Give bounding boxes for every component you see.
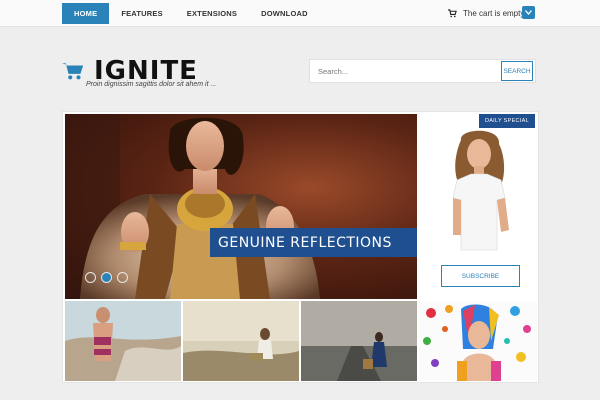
hero-slider[interactable]: GENUINE REFLECTIONS [65, 114, 417, 299]
colorful-photo [419, 301, 537, 381]
daily-special-badge: DAILY SPECIAL [478, 114, 535, 128]
product-image[interactable] [439, 130, 519, 255]
top-navigation-bar: HOME FEATURES EXTENSIONS DOWNLOAD The ca… [0, 0, 600, 27]
search-button[interactable]: SEARCH [501, 61, 533, 81]
slider-dot-2[interactable] [101, 272, 112, 283]
site-tagline: Proin dignissim sagittis dolor sit ahem … [86, 81, 217, 88]
cart-status-text: The cart is empty [463, 8, 525, 18]
thumbnail-beach[interactable] [65, 301, 181, 381]
field-photo [183, 301, 299, 381]
thumbnail-road[interactable] [301, 301, 417, 381]
slider-dot-3[interactable] [117, 272, 128, 283]
featured-panel: GENUINE REFLECTIONS DAILY SPECIAL SUBSCR… [62, 111, 539, 383]
cart-icon [62, 63, 84, 80]
slider-dot-1[interactable] [85, 272, 96, 283]
daily-special-box: DAILY SPECIAL SUBSCRIBE [419, 114, 537, 299]
nav-item-extensions[interactable]: EXTENSIONS [175, 3, 249, 24]
nav-item-home[interactable]: HOME [62, 3, 110, 24]
cart-dropdown-button[interactable] [522, 6, 535, 19]
beach-photo [65, 301, 181, 381]
cart-summary[interactable]: The cart is empty [448, 4, 524, 22]
thumbnail-field[interactable] [183, 301, 299, 381]
cart-icon [448, 8, 457, 17]
slide-caption[interactable]: GENUINE REFLECTIONS [210, 228, 417, 257]
nav-item-features[interactable]: FEATURES [109, 3, 174, 24]
chevron-down-icon [525, 10, 532, 15]
search-box: SEARCH [309, 59, 536, 83]
road-photo [301, 301, 417, 381]
nav-item-download[interactable]: DOWNLOAD [249, 3, 320, 24]
subscribe-button[interactable]: SUBSCRIBE [441, 265, 520, 287]
main-menu: HOME FEATURES EXTENSIONS DOWNLOAD [62, 3, 320, 24]
slider-pagination [85, 272, 128, 283]
search-input[interactable] [310, 66, 501, 76]
thumbnail-colorful[interactable] [419, 301, 537, 381]
thumbnail-gallery [65, 301, 537, 381]
